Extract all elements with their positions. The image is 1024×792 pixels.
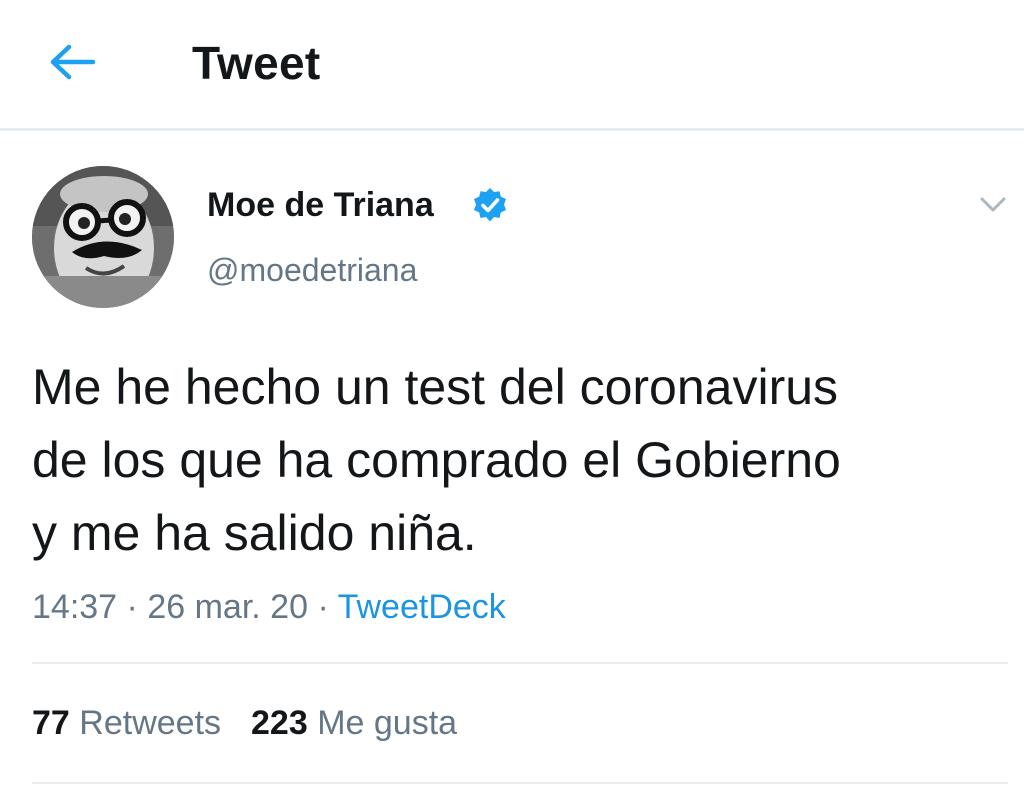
avatar[interactable] — [32, 166, 174, 308]
tweet-source-link[interactable]: TweetDeck — [338, 588, 506, 626]
tweet-metadata: 14:37 · 26 mar. 20 · TweetDeck — [32, 588, 506, 627]
likes-count: 223 — [251, 704, 308, 742]
tweet-detail-page: Tweet Moe de Triana @moedetriana Me he h… — [0, 0, 1024, 792]
stats-divider-bottom — [32, 782, 1008, 784]
chevron-down-icon[interactable] — [976, 190, 1010, 218]
meta-separator: · — [126, 588, 138, 626]
likes-label: Me gusta — [317, 704, 458, 742]
tweet-stats: 77 Retweets 223 Me gusta — [32, 704, 457, 743]
meta-separator: · — [317, 588, 329, 626]
tweet-text: Me he hecho un test del coronavirus de l… — [32, 359, 841, 561]
verified-badge-icon — [474, 188, 506, 222]
top-bar: Tweet — [0, 0, 1024, 128]
retweets-label: Retweets — [79, 704, 222, 742]
arrow-left-icon — [50, 44, 95, 80]
page-title: Tweet — [192, 37, 321, 89]
author-name[interactable]: Moe de Triana — [207, 186, 434, 225]
back-button[interactable] — [40, 32, 104, 92]
stats-divider-top — [32, 662, 1008, 664]
tweet-date[interactable]: 26 mar. 20 — [147, 588, 308, 626]
header-divider — [0, 128, 1024, 131]
retweets-count: 77 — [32, 704, 70, 742]
tweet-time[interactable]: 14:37 — [32, 588, 117, 626]
avatar-image — [32, 166, 174, 308]
author-handle[interactable]: @moedetriana — [207, 252, 417, 289]
retweets-stat[interactable]: 77 Retweets — [32, 704, 221, 742]
likes-stat[interactable]: 223 Me gusta — [251, 704, 457, 742]
